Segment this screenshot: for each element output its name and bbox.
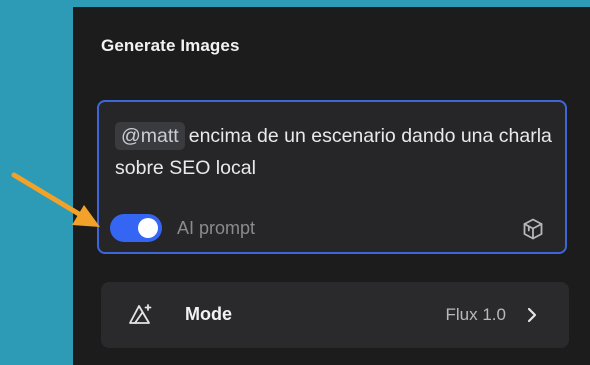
generate-images-panel: Generate Images @matt encima de un escena… <box>73 7 590 365</box>
chevron-right-icon <box>527 307 537 323</box>
prompt-text[interactable]: @matt encima de un escenario dando una ch… <box>115 120 555 184</box>
mode-label: Mode <box>185 304 232 324</box>
cube-icon[interactable] <box>521 217 545 241</box>
ai-prompt-label: AI prompt <box>177 218 256 238</box>
ai-prompt-toggle[interactable] <box>110 214 162 242</box>
toggle-knob <box>138 218 158 238</box>
triangle-sparkle-icon <box>129 304 152 324</box>
prompt-input[interactable]: @matt encima de un escenario dando una ch… <box>97 100 567 254</box>
mention-chip[interactable]: @matt <box>115 122 185 150</box>
mode-value: Flux 1.0 <box>445 305 506 324</box>
panel-title: Generate Images <box>101 36 240 55</box>
mode-selector[interactable]: Mode Flux 1.0 <box>101 282 569 348</box>
